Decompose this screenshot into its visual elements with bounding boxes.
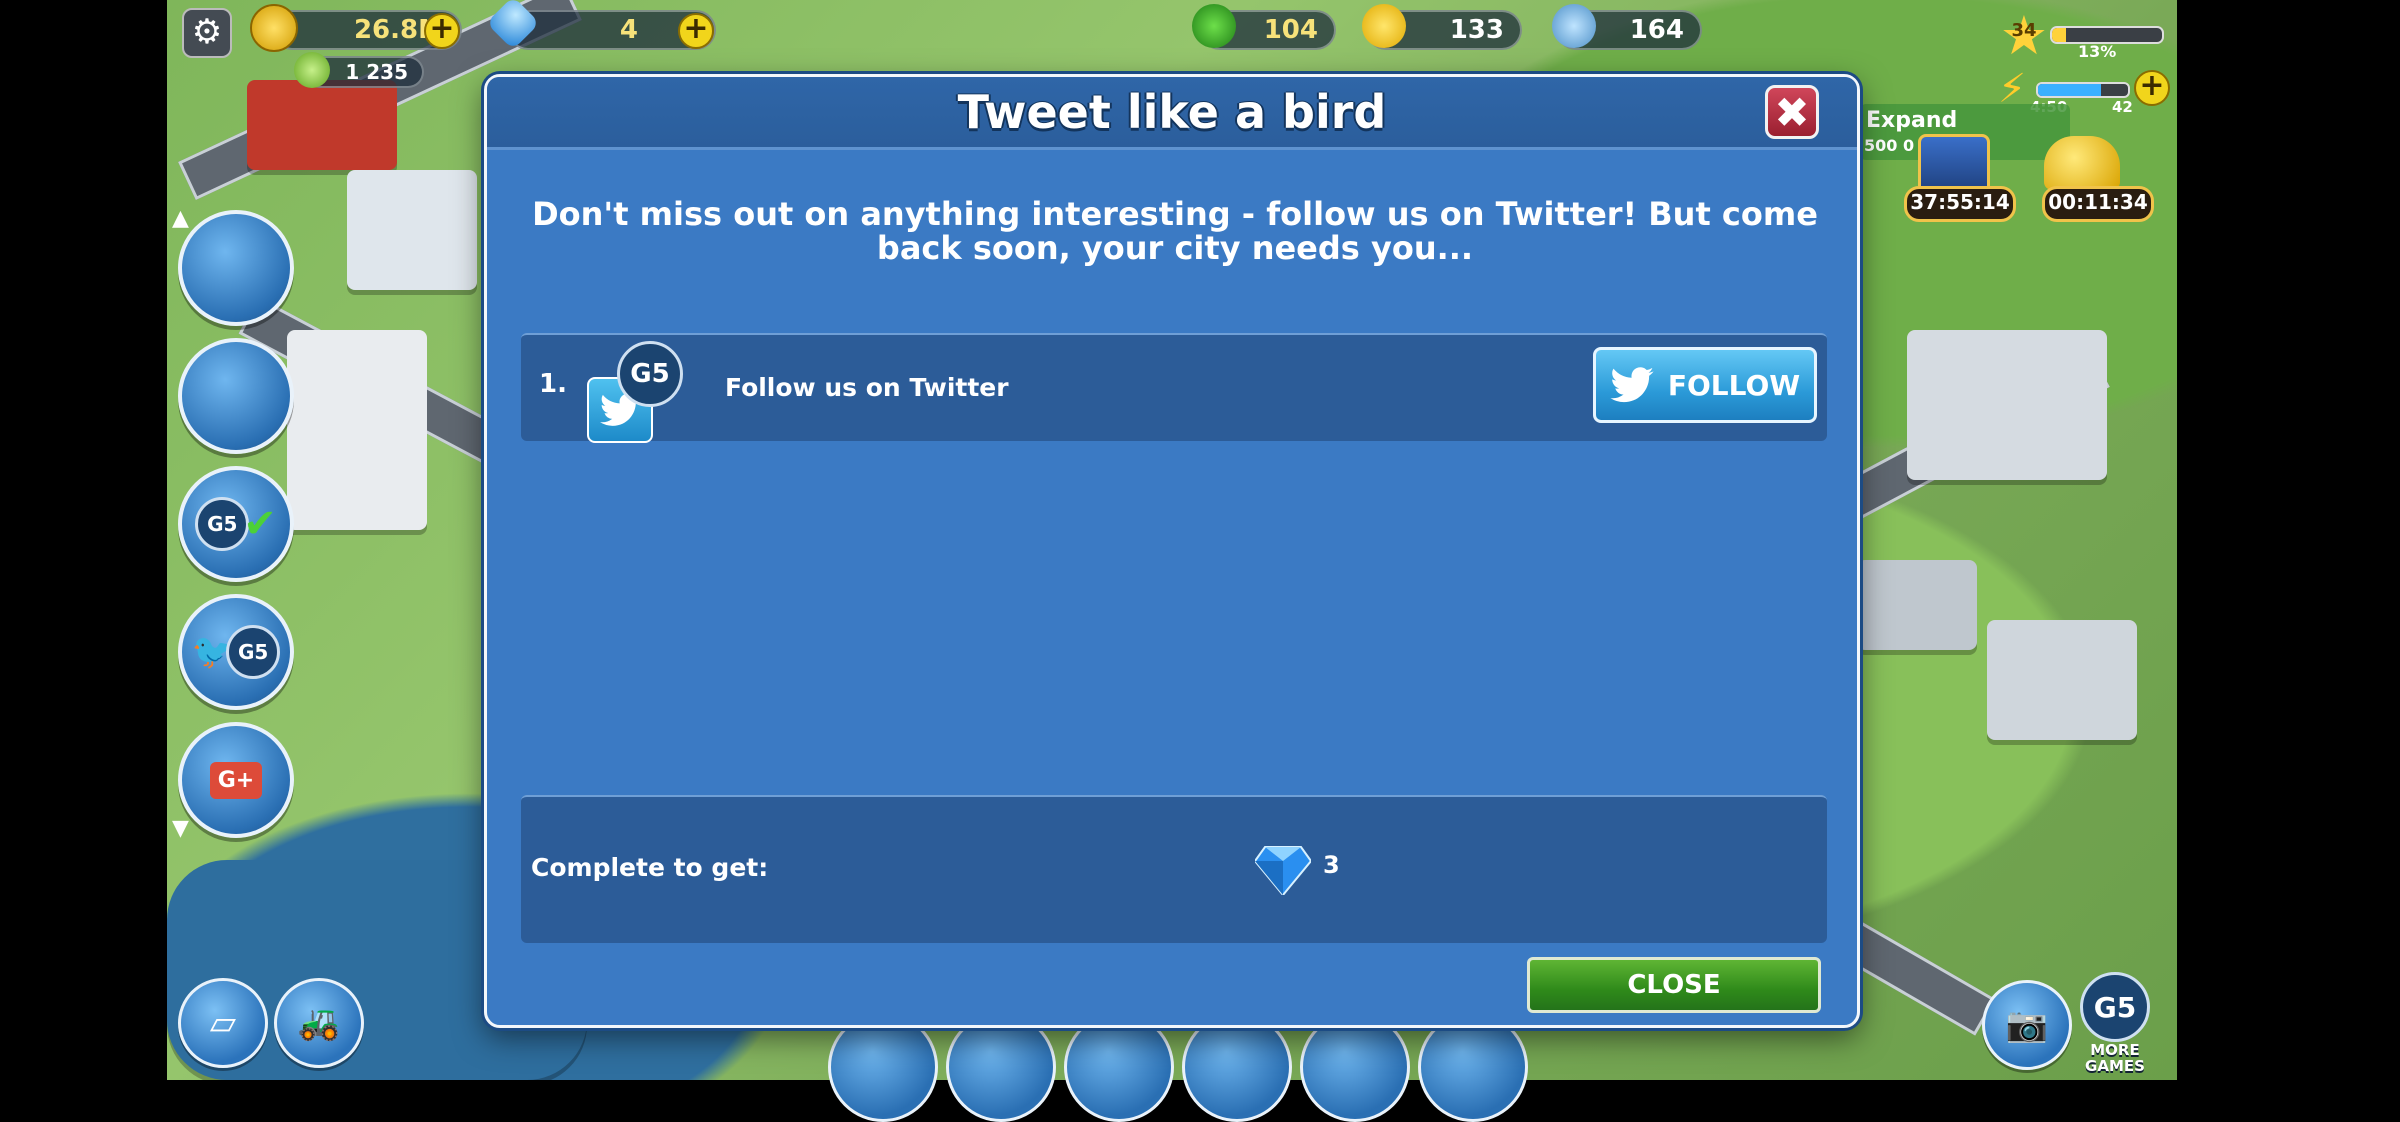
bottom-tab-6[interactable] [1418, 1012, 1528, 1122]
twitter-bird-icon [1610, 367, 1654, 403]
expand-label: Expand [1866, 108, 1958, 133]
gold-pile-icon[interactable] [2044, 136, 2120, 190]
building[interactable] [1907, 330, 2107, 480]
follow-button-label: FOLLOW [1667, 368, 1801, 402]
task-number: 1. [539, 369, 567, 399]
chest-timer: 37:55:14 [1904, 186, 2016, 222]
reward-amount: 3 [1323, 851, 1340, 879]
more-games-button[interactable]: G5 MORE GAMES [2070, 972, 2160, 1074]
building[interactable] [1857, 560, 1977, 650]
add-coins-button[interactable]: + [424, 13, 460, 49]
house[interactable] [247, 80, 397, 170]
side-button-1[interactable] [178, 210, 294, 326]
cash-icon [294, 52, 330, 88]
g5-logo: G5 [226, 625, 281, 679]
coins-icon [250, 4, 298, 52]
twitter-task-icon: G5 [587, 341, 687, 443]
dialog-header: Tweet like a bird ✖ [487, 77, 1857, 150]
more-games-label: MORE GAMES [2085, 1041, 2145, 1075]
google-plus-icon: G+ [209, 761, 263, 799]
gem-icon [1255, 846, 1311, 895]
reward-label: Complete to get: [531, 853, 769, 882]
expand-cost: 500 0 [1864, 136, 1915, 155]
level-progress-fill [2052, 28, 2067, 42]
google-plus-side-button[interactable]: G+ [178, 722, 294, 838]
bottom-tab-2[interactable] [946, 1012, 1056, 1122]
task-row: 1. G5 Follow us on Twitter FOLLOW [521, 333, 1827, 443]
camera-icon: 📷 [2005, 1005, 2049, 1045]
level-number: 34 [2011, 20, 2037, 41]
side-button-3[interactable]: G5 ✔ [178, 466, 294, 582]
bottom-tab-1[interactable] [828, 1012, 938, 1122]
side-button-2[interactable] [178, 338, 294, 454]
g5-logo: G5 [195, 497, 250, 551]
follow-button[interactable]: FOLLOW [1593, 347, 1817, 423]
building[interactable] [1987, 620, 2137, 740]
checkmark-icon: ✔ [243, 501, 277, 547]
task-label: Follow us on Twitter [725, 373, 1009, 402]
scroll-down-icon[interactable]: ▼ [172, 816, 189, 841]
population-icon [1552, 4, 1596, 48]
smiley-icon [1362, 4, 1406, 48]
camera-button[interactable]: 📷 [1982, 980, 2072, 1070]
scroll-up-icon[interactable]: ▲ [172, 206, 189, 231]
g5-logo: G5 [2080, 972, 2150, 1042]
road-icon: ▱ [209, 1003, 237, 1043]
building[interactable] [287, 330, 427, 530]
dialog-intro-text: Don't miss out on anything interesting -… [532, 195, 1818, 267]
close-button[interactable]: CLOSE [1527, 957, 1821, 1013]
tweet-dialog: Tweet like a bird ✖ Don't miss out on an… [484, 74, 1860, 1028]
energy-count: 42 [2112, 98, 2133, 116]
bulldozer-button[interactable]: 🚜 [274, 978, 364, 1068]
energy-fill [2038, 84, 2101, 96]
bottom-tab-5[interactable] [1300, 1012, 1410, 1122]
bulldozer-icon: 🚜 [297, 1003, 341, 1043]
energy-bar [2036, 82, 2130, 98]
add-energy-button[interactable]: + [2134, 70, 2170, 106]
bottom-tab-4[interactable] [1182, 1012, 1292, 1122]
level-progress-label: 13% [2078, 42, 2117, 61]
tree-icon [1192, 4, 1236, 48]
gear-icon[interactable]: ⚙ [182, 8, 232, 58]
close-icon[interactable]: ✖ [1765, 85, 1819, 139]
building[interactable] [347, 170, 477, 290]
twitter-side-button[interactable]: 🐦 G5 [178, 594, 294, 710]
g5-logo: G5 [617, 341, 683, 407]
road-tool-button[interactable]: ▱ [178, 978, 268, 1068]
dialog-title: Tweet like a bird [957, 85, 1387, 139]
reward-panel: Complete to get: 3 [521, 795, 1827, 943]
add-gems-button[interactable]: + [678, 13, 714, 49]
close-button-label: CLOSE [1627, 970, 1721, 1000]
gold-timer: 00:11:34 [2042, 186, 2154, 222]
bottom-tab-3[interactable] [1064, 1012, 1174, 1122]
